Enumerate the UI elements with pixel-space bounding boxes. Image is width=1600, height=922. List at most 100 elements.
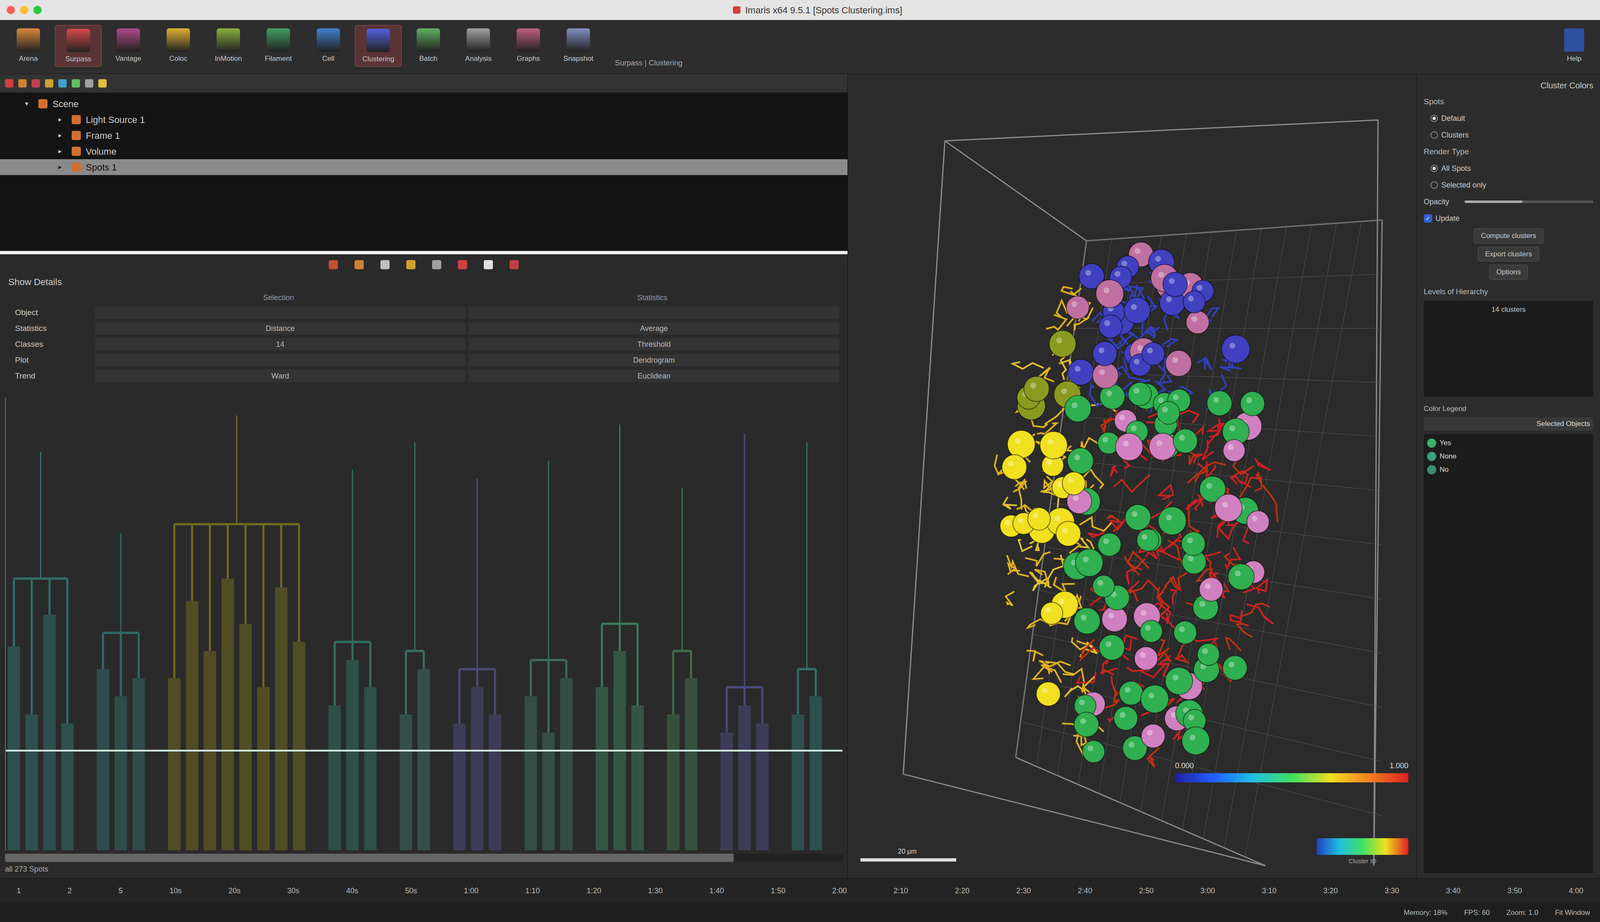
tree-item[interactable]: ▸Spots 1 (0, 159, 848, 175)
tab-icon[interactable] (432, 260, 442, 270)
panel-button[interactable]: Options (1489, 264, 1528, 280)
radio-button[interactable] (1430, 181, 1438, 189)
legend-item[interactable]: None (1427, 450, 1590, 463)
radio-button[interactable] (1430, 114, 1438, 123)
option-row[interactable]: All Spots (1423, 161, 1594, 175)
tab-icon[interactable] (354, 260, 364, 270)
cluster[interactable] (399, 442, 430, 850)
expand-icon[interactable]: ▸ (58, 114, 67, 125)
threshold-line[interactable] (5, 749, 843, 752)
scrollbar-thumb[interactable] (5, 853, 734, 862)
window-button[interactable] (33, 5, 42, 15)
tab-icon[interactable] (509, 260, 519, 270)
object-tool-icon[interactable] (98, 79, 107, 88)
object-tool-icon[interactable] (45, 79, 54, 88)
row-value[interactable]: Euclidean (468, 369, 840, 383)
row-value[interactable] (95, 306, 466, 319)
window-button[interactable] (20, 5, 29, 15)
toolbar-button[interactable]: Analysis (455, 25, 502, 67)
toolbar-button[interactable]: Cell (305, 25, 352, 67)
cluster[interactable] (7, 451, 74, 850)
option-row[interactable]: Opacity (1423, 195, 1594, 209)
timeline-tick: 2:30 (1016, 885, 1031, 897)
cluster[interactable] (720, 433, 769, 850)
panel-button[interactable]: Compute clusters (1473, 228, 1543, 244)
option-row[interactable]: Options (1423, 264, 1594, 280)
panel-button[interactable]: Export clusters (1477, 246, 1539, 262)
tab-icon[interactable] (457, 260, 468, 270)
expand-icon[interactable]: ▸ (58, 162, 67, 173)
option-row[interactable]: Export clusters (1423, 246, 1594, 262)
object-tool-icon[interactable] (5, 79, 14, 88)
cluster[interactable] (595, 424, 644, 850)
tree-item[interactable]: ▾Scene (0, 95, 848, 112)
expand-icon[interactable]: ▸ (58, 146, 67, 157)
tab-icon[interactable] (380, 260, 390, 270)
cluster[interactable] (791, 442, 823, 850)
cluster[interactable] (167, 415, 305, 850)
expand-icon[interactable]: ▾ (25, 98, 34, 109)
cluster[interactable] (328, 469, 377, 850)
scrollbar[interactable] (5, 853, 843, 862)
option-row[interactable]: Clusters (1423, 128, 1594, 142)
option-row[interactable]: Compute clusters (1423, 228, 1594, 244)
toolbar-button[interactable]: Filament (255, 25, 302, 67)
cluster[interactable] (667, 487, 698, 850)
row-value[interactable] (468, 306, 840, 319)
cluster[interactable] (524, 460, 573, 850)
option-row[interactable]: Selected only (1423, 178, 1594, 192)
row-value[interactable]: 14 (95, 337, 466, 351)
object-tool-icon[interactable] (18, 79, 27, 88)
scene-render[interactable] (847, 74, 1417, 878)
expand-icon[interactable]: ▸ (58, 130, 67, 141)
row-value[interactable] (95, 353, 466, 367)
radio-button[interactable] (1430, 164, 1438, 173)
window-button[interactable] (6, 5, 15, 15)
toolbar-button[interactable]: Clustering (355, 25, 402, 67)
legend-mode-select[interactable]: Selected Objects (1423, 417, 1594, 431)
object-tool-icon[interactable] (31, 79, 40, 88)
object-tool-icon[interactable] (58, 79, 67, 88)
row-value[interactable]: Threshold (468, 337, 840, 351)
dendrogram-chart[interactable] (5, 387, 843, 850)
row-value[interactable]: Average (468, 322, 840, 335)
slider-fill (1464, 200, 1523, 203)
tree-item[interactable]: ▸Frame 1 (0, 127, 848, 144)
timeline[interactable]: 12510s20s30s40s50s1:001:101:201:301:401:… (0, 877, 1600, 903)
cluster[interactable] (96, 532, 145, 850)
option-row[interactable]: Default (1423, 111, 1594, 125)
legend-item[interactable]: Yes (1427, 437, 1590, 449)
toolbar-button[interactable]: Vantage (105, 25, 152, 67)
tree-item[interactable]: ▸Light Source 1 (0, 111, 848, 128)
row-value[interactable]: Ward (95, 369, 466, 383)
toolbar-button[interactable]: Graphs (505, 25, 552, 67)
toolbar-button[interactable]: Snapshot (555, 25, 602, 67)
timeline-tick: 40s (346, 885, 359, 897)
toolbar-button[interactable]: Batch (405, 25, 452, 67)
toolbar-button[interactable]: Coloc (155, 25, 202, 67)
tab-icon[interactable] (483, 260, 493, 270)
color-min: 0.000 (1175, 760, 1194, 772)
legend-item[interactable]: No (1427, 463, 1590, 476)
toolbar-button[interactable]: InMotion (205, 25, 252, 67)
panel-title: Cluster Colors (1423, 79, 1594, 92)
toolbar-button[interactable]: Surpass (55, 25, 102, 67)
tab-icon[interactable] (406, 260, 416, 270)
row-value[interactable]: Dendrogram (468, 353, 840, 367)
row-value[interactable]: Distance (95, 322, 466, 335)
radio-button[interactable] (1430, 131, 1438, 139)
leaf-bar (292, 641, 306, 850)
slider-track[interactable] (1464, 200, 1594, 203)
help-button[interactable]: Help (1553, 25, 1595, 65)
render-view[interactable]: 0.0001.000Cluster ID20 µm (847, 74, 1417, 878)
tab-icon[interactable] (328, 260, 338, 270)
tree-item[interactable]: ▸Volume (0, 143, 848, 160)
object-tool-icon[interactable] (85, 79, 94, 88)
checkbox[interactable]: ✓ (1423, 214, 1433, 223)
cluster[interactable] (453, 478, 502, 850)
toolbar-button[interactable]: Arena (5, 25, 52, 67)
splitter[interactable] (0, 250, 848, 255)
hierarchy-item[interactable]: 14 clusters (1427, 304, 1590, 315)
object-tool-icon[interactable] (71, 79, 80, 88)
option-row[interactable]: ✓Update (1423, 211, 1594, 225)
